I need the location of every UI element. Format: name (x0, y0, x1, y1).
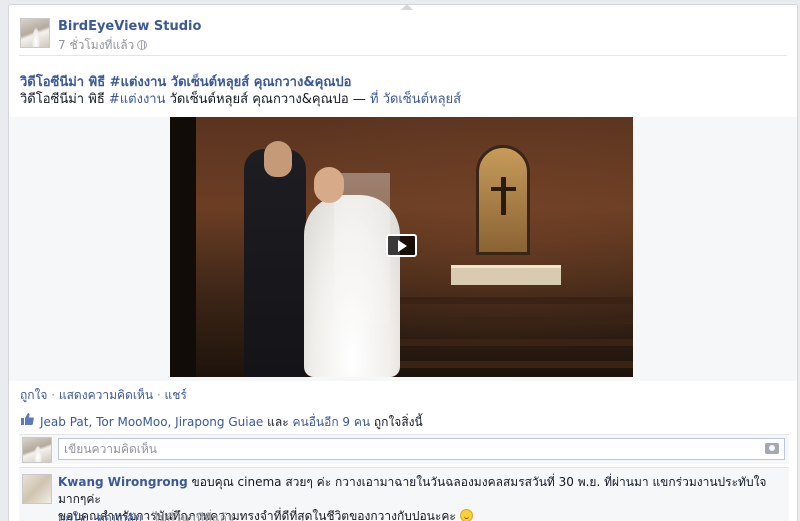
post-actions: ถูกใจ · แสดงความคิดเห็น · แชร์ (20, 386, 187, 405)
camera-icon[interactable] (765, 443, 779, 454)
smile-icon (459, 509, 473, 521)
groom-head (264, 141, 292, 177)
altar (451, 265, 561, 285)
viewer-avatar (22, 437, 52, 463)
comment-actions: ถูกใจ · ตอบกลับ · ไม่กี่วินาทีที่แล้ว (58, 509, 234, 521)
page-name[interactable]: BirdEyeView Studio (58, 19, 201, 34)
place-link[interactable]: วัดเซ็นต์หลุยส์ (383, 92, 461, 107)
bride-veil (334, 173, 390, 323)
video-container (9, 117, 797, 381)
pew (376, 361, 633, 368)
globe-icon[interactable] (137, 40, 148, 50)
post-timestamp[interactable]: 7 ชั่วโมงที่แล้ว (58, 36, 148, 55)
pew (396, 297, 633, 304)
timestamp-text[interactable]: 7 ชั่วโมงที่แล้ว (58, 38, 134, 52)
place-at: ที่ (369, 92, 383, 107)
desc-middle: วัดเซ็นต์หลุยส์ คุณกวาง&คุณปอ — (165, 92, 370, 107)
comment-like-action[interactable]: ถูกใจ (58, 511, 85, 521)
play-icon[interactable] (386, 234, 417, 257)
comment-item: Kwang Wirongrong ขอบคุณ cinema สวยๆ ค่ะ … (19, 467, 789, 521)
likes-text: Jeab Pat, Tor MooMoo, Jirapong Guiae และ… (40, 413, 423, 432)
pew (396, 339, 633, 346)
post-description: วิดีโอซีนีม่า พิธี #แต่งงาน วัดเซ็นต์หลุ… (20, 88, 461, 109)
likes-summary: Jeab Pat, Tor MooMoo, Jirapong Guiae และ… (19, 408, 789, 432)
header-divider (19, 55, 787, 56)
likes-suffix: ถูกใจสิ่งนี้ (370, 415, 423, 429)
groom-figure (244, 149, 306, 377)
thumbs-up-icon (21, 413, 34, 425)
desc-prefix: วิดีโอซีนีม่า พิธี (20, 92, 109, 107)
comment-composer (19, 434, 789, 464)
comment-reply-action[interactable]: ตอบกลับ (97, 511, 142, 521)
cross-icon (501, 177, 506, 215)
pointer-caret (401, 4, 413, 10)
action-separator: · (47, 388, 59, 402)
like-action[interactable]: ถูกใจ (20, 388, 47, 402)
post-card: BirdEyeView Studio 7 ชั่วโมงที่แล้ว วิดี… (8, 4, 798, 521)
comment-input[interactable] (58, 438, 785, 460)
likes-and: และ (263, 415, 293, 429)
liker-names[interactable]: Jeab Pat, Tor MooMoo, Jirapong Guiae (40, 415, 263, 429)
cross-bar (491, 187, 516, 191)
comment-separator: · (141, 511, 154, 521)
share-action[interactable]: แชร์ (165, 388, 187, 402)
bride-head (314, 167, 344, 203)
comment-time[interactable]: ไม่กี่วินาทีที่แล้ว (153, 511, 234, 521)
comment-author[interactable]: Kwang Wirongrong (58, 475, 188, 489)
hashtag-link[interactable]: #แต่งงาน (109, 92, 166, 107)
comment-action[interactable]: แสดงความคิดเห็น (59, 388, 153, 402)
likes-others-link[interactable]: คนอื่นอีก 9 คน (292, 415, 370, 429)
comment-separator: · (85, 511, 97, 521)
pew (406, 317, 633, 324)
video-player[interactable] (170, 117, 633, 377)
page-avatar[interactable] (20, 18, 50, 48)
action-separator: · (153, 388, 165, 402)
commenter-avatar[interactable] (22, 474, 52, 504)
